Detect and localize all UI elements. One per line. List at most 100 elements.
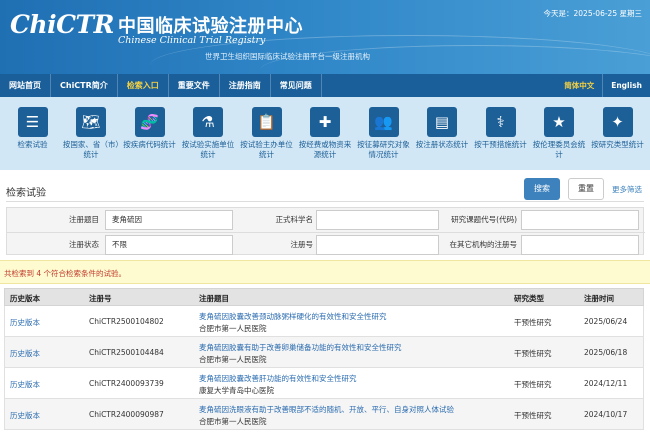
reg-no-cell: ChiCTR2500104802 — [89, 317, 164, 326]
stat-nav-item[interactable]: 🗺 按国家、省（市）统计 — [63, 107, 120, 170]
group-icon: 👥 — [368, 107, 399, 137]
reg-title-label: 注册题目 — [69, 215, 99, 224]
header-history: 历史版本 — [10, 294, 40, 303]
statistics-icon-bar: ☰ 检索试验 🗺 按国家、省（市）统计 🧬 按疾病代码统计 ⚗ 按试验实施单位统计 📋 按试验主办… — [0, 97, 650, 170]
list-icon: ☰ — [17, 107, 48, 137]
nav-about[interactable]: ChiCTR简介 — [51, 74, 118, 97]
main-nav: 网站首页 ChiCTR简介 检索入口 重要文件 注册指南 常见问题 简体中文 E… — [0, 74, 650, 97]
table-row: 历史版本 ChiCTR2400093739 麦角硫因胶囊改善肝功能的有效性和安全性研… — [4, 368, 644, 399]
history-version-link[interactable]: 历史版本 — [10, 379, 40, 390]
sci-name-label: 正式科学名 — [275, 215, 314, 224]
flask-icon: ⚗ — [193, 107, 223, 137]
search-form: 注册题目 麦角硫因 正式科学名 研究课题代号(代码) 注册状态 不限 注册号 在… — [6, 207, 645, 255]
reg-no-cell: ChiCTR2500104484 — [89, 348, 164, 357]
table-row: 历史版本 ChiCTR2500104484 麦角硫因胶囊有助于改善卵巢储备功能的有效… — [4, 337, 644, 368]
dna-icon: 🧬 — [134, 107, 165, 137]
page-title: 检索试验 — [6, 188, 46, 199]
sparkle-icon: ✦ — [602, 107, 633, 137]
study-code-input[interactable] — [521, 210, 639, 230]
stat-nav-label: 按经费或物资来源统计 — [298, 140, 352, 159]
divider — [6, 201, 644, 202]
nav-faq[interactable]: 常见问题 — [271, 74, 322, 97]
medical-kit-icon: ✚ — [310, 107, 340, 137]
reg-no-cell: ChiCTR2400093739 — [89, 379, 164, 388]
current-date: 今天是：2025-06-25 星期三 — [543, 9, 642, 18]
history-version-link[interactable]: 历史版本 — [10, 317, 40, 328]
star-icon: ★ — [544, 107, 574, 137]
header-title: 注册题目 — [199, 294, 229, 303]
other-reg-label: 在其它机构的注册号 — [449, 240, 518, 249]
stat-nav-label: 按疾病代码统计 — [123, 140, 176, 149]
study-code-label: 研究课题代号(代码) — [451, 215, 517, 224]
site-logo[interactable]: ChiCTR — [10, 10, 114, 39]
table-header: 历史版本 注册号 注册题目 研究类型 注册时间 — [4, 288, 644, 306]
stat-nav-item[interactable]: ✦ 按研究类型统计 — [589, 107, 646, 170]
doctor-icon: ⚕ — [485, 107, 516, 137]
reg-no-input[interactable] — [316, 235, 439, 255]
stat-nav-label: 检索试验 — [17, 140, 48, 149]
nav-registration-guide[interactable]: 注册指南 — [220, 74, 271, 97]
stat-nav-item[interactable]: ☰ 检索试验 — [4, 107, 61, 170]
site-title-en: Chinese Clinical Trial Registry — [118, 35, 266, 46]
table-row: 历史版本 ChiCTR2400090987 麦角硫因洗眼液有助于改善眼部不适的随机、… — [4, 399, 644, 430]
result-summary-bar: 共检索到 4 个符合检索条件的试验。 — [0, 260, 650, 284]
more-filter-link[interactable]: 更多筛选 — [612, 184, 642, 195]
reg-date-cell: 2024/12/11 — [584, 379, 628, 388]
study-type-cell: 干预性研究 — [514, 318, 552, 327]
header-reg-no: 注册号 — [89, 294, 112, 303]
study-type-cell: 干预性研究 — [514, 349, 552, 358]
institution-cell: 合肥市第一人民医院 — [199, 417, 267, 426]
reg-status-label: 注册状态 — [69, 240, 99, 249]
stat-nav-label: 按试验实施单位统计 — [181, 140, 235, 159]
lang-english[interactable]: English — [602, 74, 650, 97]
header-banner: ChiCTR 中国临床试验注册中心 Chinese Clinical Trial… — [0, 0, 650, 74]
reg-date-cell: 2025/06/18 — [584, 348, 628, 357]
trial-title-link[interactable]: 麦角硫因胶囊改善肝功能的有效性和安全性研究 — [199, 373, 357, 384]
institution-cell: 合肥市第一人民医院 — [199, 355, 267, 364]
sci-name-input[interactable] — [316, 210, 439, 230]
stat-nav-label: 按试验主办单位统计 — [240, 140, 293, 159]
study-type-cell: 干预性研究 — [514, 380, 552, 389]
history-version-link[interactable]: 历史版本 — [10, 348, 40, 359]
stat-nav-label: 按国家、省（市）统计 — [62, 140, 120, 159]
reg-no-cell: ChiCTR2400090987 — [89, 410, 164, 419]
world-map-icon: 🗺 — [76, 107, 106, 137]
history-version-link[interactable]: 历史版本 — [10, 410, 40, 421]
stat-nav-item[interactable]: ★ 按伦理委员会统计 — [531, 107, 588, 170]
header-study-type: 研究类型 — [514, 294, 544, 303]
stat-nav-label: 按研究类型统计 — [591, 140, 644, 149]
nav-documents[interactable]: 重要文件 — [169, 74, 220, 97]
reg-date-cell: 2024/10/17 — [584, 410, 628, 419]
result-count: 共检索到 4 个符合检索条件的试验。 — [4, 269, 127, 278]
reg-no-label: 注册号 — [290, 240, 314, 249]
header-reg-date: 注册时间 — [584, 294, 614, 303]
other-reg-input[interactable] — [521, 235, 639, 255]
stat-nav-label: 按干预措施统计 — [474, 140, 527, 149]
trial-title-link[interactable]: 麦角硫因胶囊改善颈动脉粥样硬化的有效性和安全性研究 — [199, 311, 387, 322]
table-row: 历史版本 ChiCTR2500104802 麦角硫因胶囊改善颈动脉粥样硬化的有效性和… — [4, 306, 644, 337]
stat-nav-item[interactable]: 🧬 按疾病代码统计 — [121, 107, 178, 170]
stat-nav-label: 按征募研究对象情况统计 — [357, 140, 410, 159]
lang-chinese[interactable]: 简体中文 — [556, 74, 602, 97]
nav-search-entry[interactable]: 检索入口 — [118, 74, 169, 97]
stat-nav-item[interactable]: ⚕ 按干预措施统计 — [472, 107, 529, 170]
institution-cell: 康复大学青岛中心医院 — [199, 386, 274, 395]
stat-nav-label: 按注册状态统计 — [415, 140, 469, 149]
stat-nav-item[interactable]: 📋 按试验主办单位统计 — [238, 107, 295, 170]
trial-title-link[interactable]: 麦角硫因洗眼液有助于改善眼部不适的随机、开放、平行、自身对照人体试验 — [199, 404, 454, 415]
reg-title-input[interactable]: 麦角硫因 — [105, 210, 233, 230]
stat-nav-item[interactable]: 👥 按征募研究对象情况统计 — [355, 107, 412, 170]
nav-home[interactable]: 网站首页 — [0, 74, 51, 97]
site-subtitle: 世界卫生组织国际临床试验注册平台一级注册机构 — [205, 52, 370, 61]
reg-date-cell: 2025/06/24 — [584, 317, 628, 326]
stat-nav-item[interactable]: ⚗ 按试验实施单位统计 — [180, 107, 237, 170]
progress-icon: ▤ — [427, 107, 457, 137]
reg-status-select[interactable]: 不限 — [105, 235, 233, 255]
clipboard-icon: 📋 — [251, 107, 282, 137]
stat-nav-label: 按伦理委员会统计 — [532, 140, 586, 159]
stat-nav-item[interactable]: ▤ 按注册状态统计 — [414, 107, 471, 170]
trial-title-link[interactable]: 麦角硫因胶囊有助于改善卵巢储备功能的有效性和安全性研究 — [199, 342, 402, 353]
reset-button[interactable]: 重置 — [568, 178, 604, 200]
stat-nav-item[interactable]: ✚ 按经费或物资来源统计 — [297, 107, 354, 170]
search-button[interactable]: 搜索 — [524, 178, 560, 200]
